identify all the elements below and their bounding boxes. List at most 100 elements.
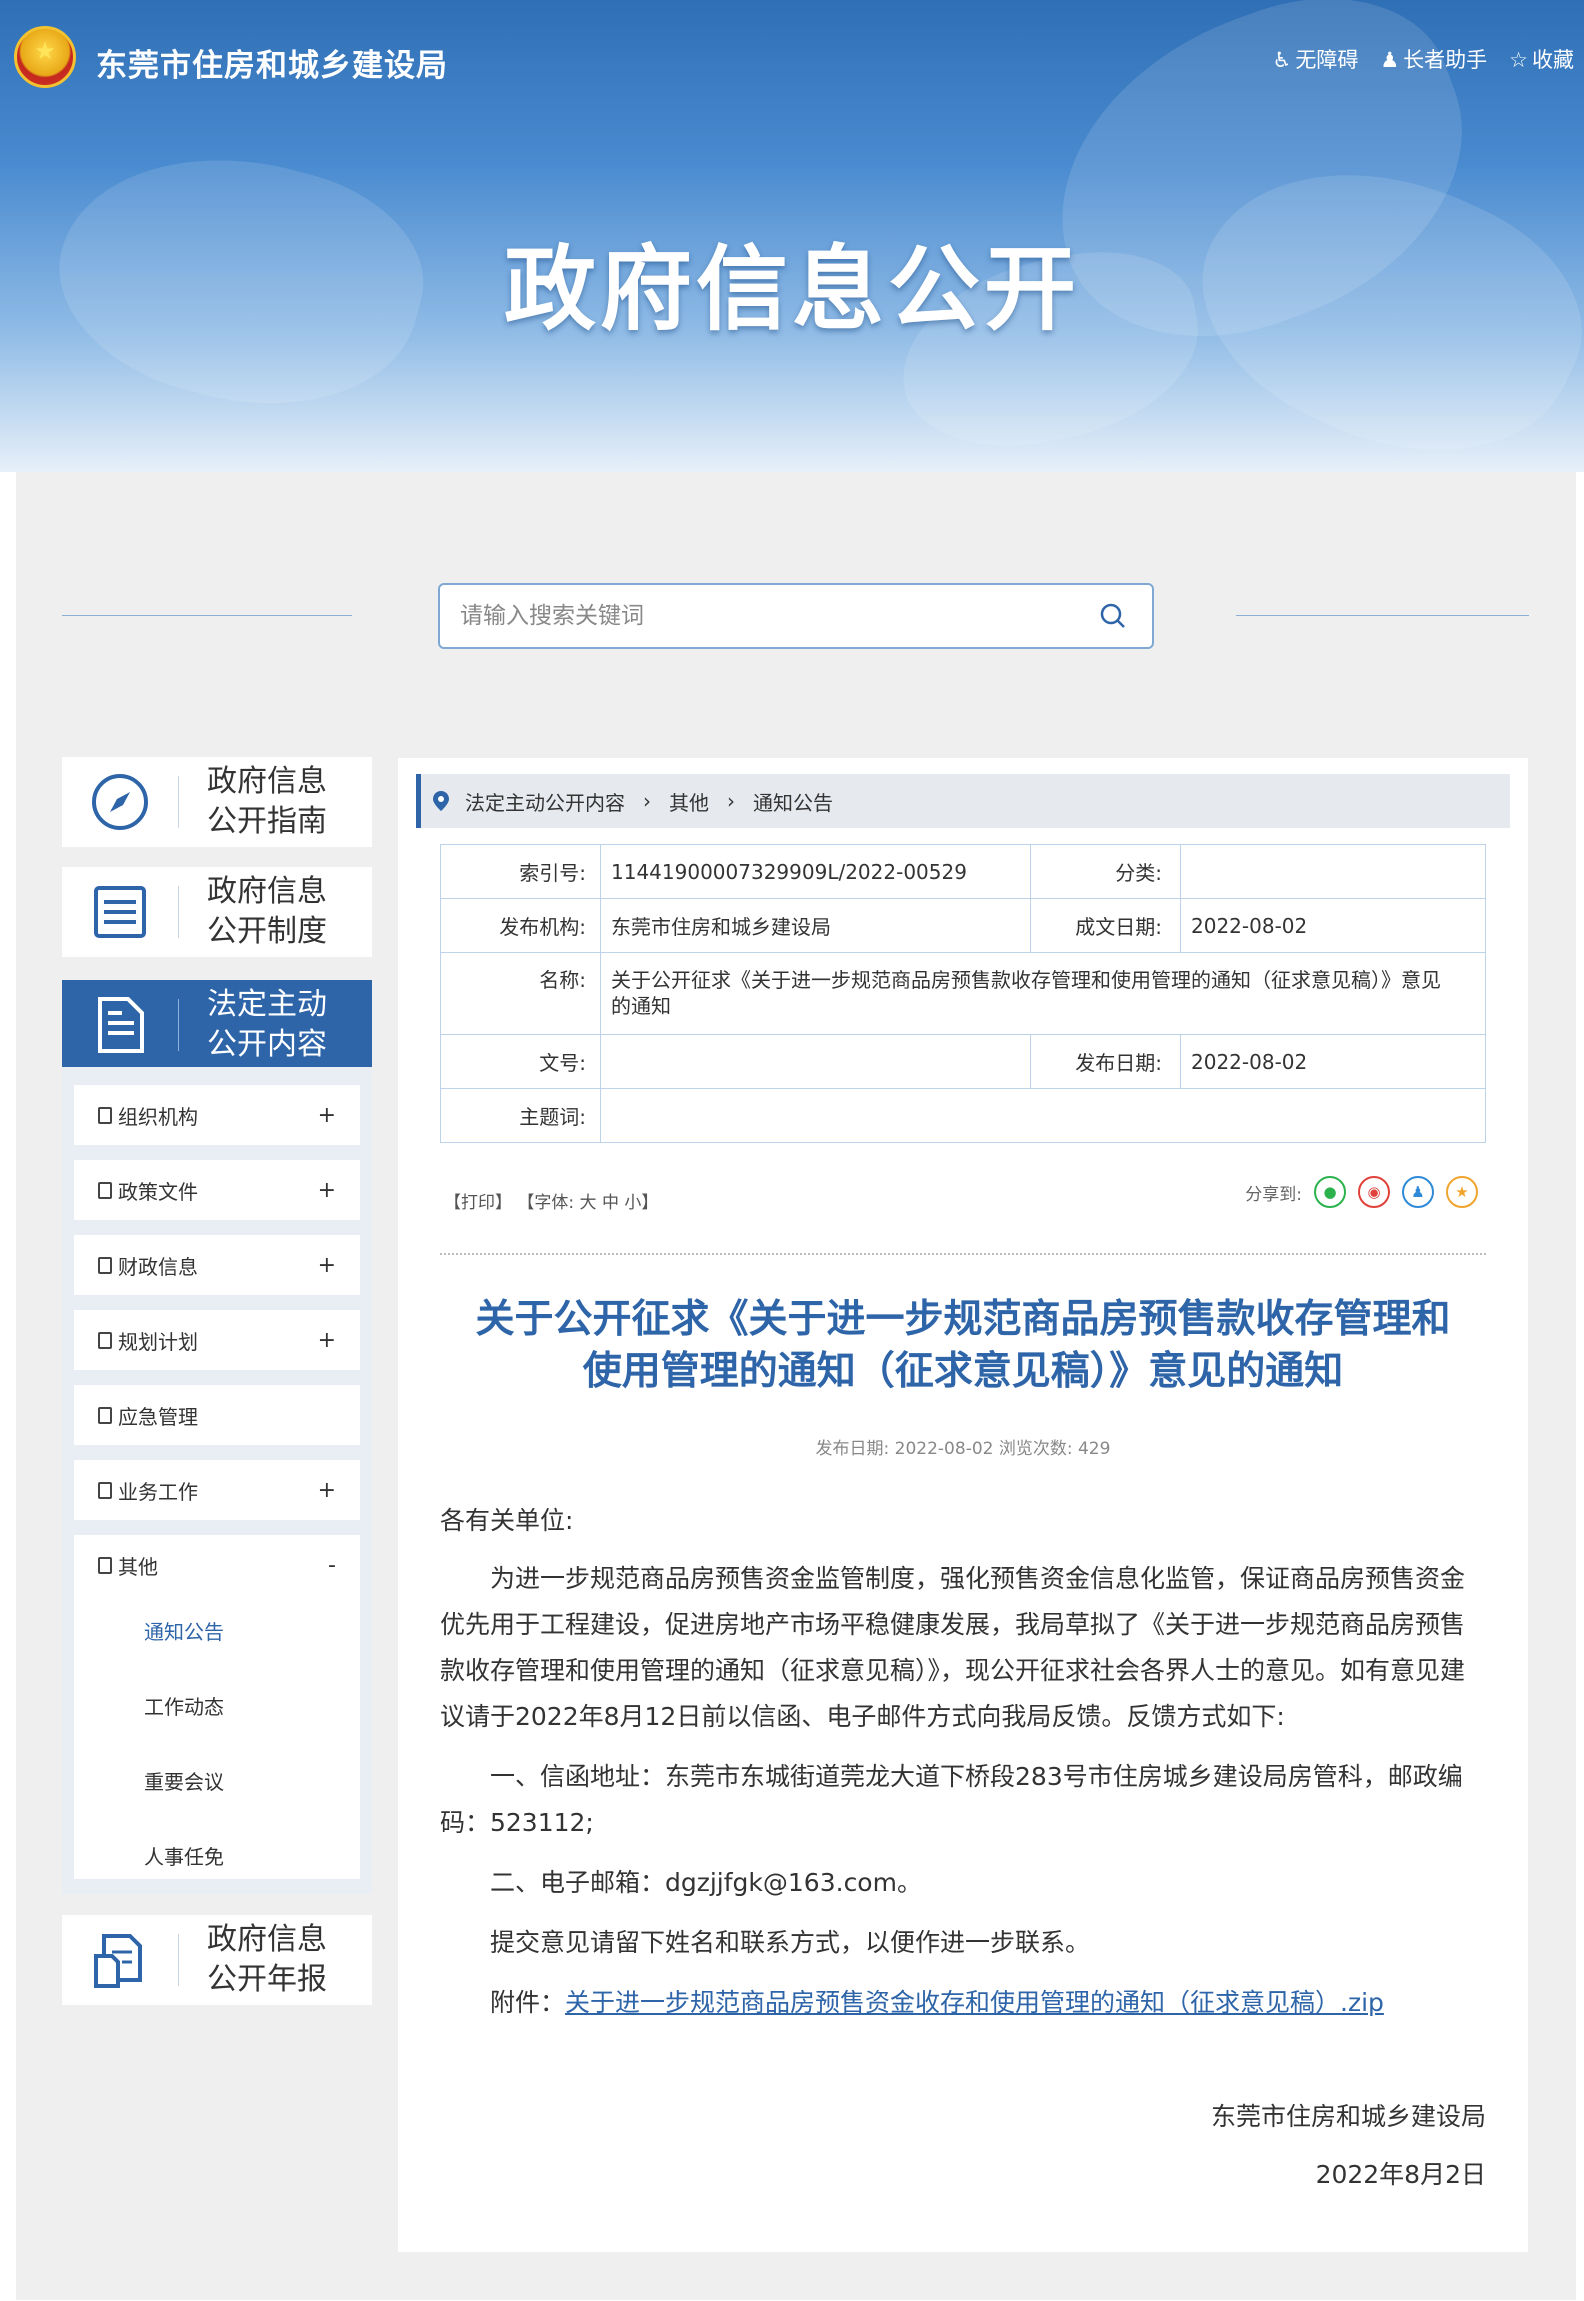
menu-item-finance[interactable]: 财政信息 +	[74, 1235, 360, 1295]
paragraph: 为进一步规范商品房预售资金监管制度，强化预售资金信息化监管，保证商品房预售资金优…	[440, 1564, 1466, 1731]
report-icon	[62, 1915, 178, 2005]
doc-icon	[98, 1406, 112, 1424]
site-name[interactable]: 东莞市住房和城乡建设局	[96, 40, 448, 85]
meta-value: 关于公开征求《关于进一步规范商品房预售款收存管理和使用管理的通知（征求意见稿）》…	[600, 952, 1486, 1035]
meta-value: 2022-08-02	[1180, 1034, 1486, 1089]
menu-group-other: 其他 - 通知公告 工作动态 重要会议 人事任免	[74, 1535, 360, 1879]
weibo-icon[interactable]: ◉	[1358, 1176, 1390, 1208]
meta-value	[600, 1034, 1031, 1089]
font-medium-button[interactable]: 中	[602, 1193, 619, 1213]
list-doc-icon	[62, 867, 178, 957]
qq-icon[interactable]: ♟	[1402, 1176, 1434, 1208]
doc-icon	[98, 1331, 112, 1349]
doc-icon	[98, 1556, 112, 1574]
expand-toggle[interactable]: +	[318, 1478, 336, 1503]
breadcrumb-item[interactable]: 法定主动公开内容	[465, 787, 625, 816]
sidebar-system[interactable]: 政府信息 公开制度	[62, 867, 372, 957]
menu-item-other[interactable]: 其他 -	[74, 1535, 360, 1595]
doc-icon	[98, 1481, 112, 1499]
wheelchair-icon: ♿	[1272, 48, 1292, 72]
meta-value	[1180, 844, 1486, 899]
divider	[1236, 615, 1529, 616]
article-tools: 【打印】 【字体: 大 中 小】	[444, 1188, 658, 1213]
attachment-link[interactable]: 关于进一步规范商品房预售资金收存和使用管理的通知（征求意见稿）.zip	[565, 1988, 1384, 2017]
share-bar: 分享到: ● ◉ ♟ ★	[1245, 1176, 1478, 1208]
meta-label: 发布日期:	[1030, 1034, 1181, 1089]
favorite-link[interactable]: ☆ 收藏	[1509, 44, 1574, 74]
doc-icon	[98, 1181, 112, 1199]
expand-toggle[interactable]: +	[318, 1103, 336, 1128]
search-icon[interactable]	[1098, 601, 1128, 631]
article-title: 关于公开征求《关于进一步规范商品房预售款收存管理和 使用管理的通知（征求意见稿）…	[475, 1297, 1451, 1394]
paragraph: 提交意见请留下姓名和联系方式，以便作进一步联系。	[490, 1928, 1091, 1957]
meta-label: 索引号:	[440, 844, 601, 899]
sidebar-system-label: 政府信息 公开制度	[207, 874, 327, 949]
header-banner: 东莞市住房和城乡建设局 ♿无障碍 ♟长者助手 ☆收藏 政府信息公开	[0, 0, 1584, 472]
meta-value	[600, 1088, 1486, 1143]
meta-value: 2022-08-02	[1180, 898, 1486, 953]
expand-toggle[interactable]: +	[318, 1253, 336, 1278]
paragraph: 一、信函地址：东莞市东城街道莞龙大道下桥段283号市住房城乡建设局房管科，邮政编…	[440, 1762, 1463, 1837]
star-icon: ☆	[1509, 48, 1528, 72]
menu-item-plan[interactable]: 规划计划 +	[74, 1310, 360, 1370]
sidebar-guide-label: 政府信息 公开指南	[207, 764, 327, 839]
meta-label: 文号:	[440, 1034, 601, 1089]
chevron-right-icon: ›	[727, 789, 735, 813]
elder-icon: ♟	[1380, 48, 1400, 72]
menu-item-emergency[interactable]: 应急管理	[74, 1385, 360, 1445]
doc-icon	[98, 1106, 112, 1124]
meta-value: 11441900007329909L/2022-00529	[600, 844, 1031, 899]
menu-child-notices[interactable]: 通知公告	[74, 1595, 360, 1670]
expand-toggle[interactable]: +	[318, 1178, 336, 1203]
meta-label: 发布机构:	[440, 898, 601, 953]
search-input[interactable]	[440, 585, 1080, 647]
banner-title: 政府信息公开	[503, 236, 1080, 343]
attachment-line: 附件：关于进一步规范商品房预售资金收存和使用管理的通知（征求意见稿）.zip	[490, 1988, 1384, 2017]
font-small-button[interactable]: 小】	[624, 1193, 658, 1213]
paragraph: 二、电子邮箱：dgzjjfgk@163.com。	[490, 1868, 922, 1897]
article-body: 各有关单位: 为进一步规范商品房预售资金监管制度，强化预售资金信息化监管，保证商…	[440, 1498, 1486, 2040]
meta-label: 分类:	[1030, 844, 1181, 899]
metadata-table: 索引号: 11441900007329909L/2022-00529 分类: 发…	[440, 844, 1486, 1143]
expand-toggle[interactable]: +	[318, 1328, 336, 1353]
doc-icon	[98, 1256, 112, 1274]
qzone-star-icon[interactable]: ★	[1446, 1176, 1478, 1208]
sign-date: 2022年8月2日	[1315, 2160, 1486, 2189]
top-links: ♿ 无障碍 ♟ 长者助手 ☆ 收藏	[1273, 44, 1574, 74]
signer: 东莞市住房和城乡建设局	[1210, 2102, 1486, 2131]
compass-icon	[62, 757, 178, 847]
wechat-icon[interactable]: ●	[1314, 1176, 1346, 1208]
divider	[62, 615, 352, 616]
accessibility-link[interactable]: ♿ 无障碍	[1273, 44, 1359, 74]
breadcrumb-item[interactable]: 通知公告	[753, 787, 833, 816]
national-emblem-icon[interactable]	[14, 26, 76, 88]
menu-item-org[interactable]: 组织机构 +	[74, 1085, 360, 1145]
signature-block: 东莞市住房和城乡建设局 2022年8月2日	[1211, 2088, 1486, 2204]
menu-child-meetings[interactable]: 重要会议	[74, 1745, 360, 1820]
share-label: 分享到:	[1245, 1184, 1302, 1205]
sidebar-active-content[interactable]: 法定主动 公开内容	[62, 980, 372, 1070]
menu-child-news[interactable]: 工作动态	[74, 1670, 360, 1745]
sidebar-annual-report[interactable]: 政府信息 公开年报	[62, 1915, 372, 2005]
collapse-toggle[interactable]: -	[328, 1553, 336, 1578]
meta-label: 主题词:	[440, 1088, 601, 1143]
breadcrumb: 法定主动公开内容 › 其他 › 通知公告	[416, 774, 1510, 828]
print-button[interactable]: 【打印】	[444, 1193, 512, 1213]
divider	[440, 1253, 1486, 1255]
elderly-helper-link[interactable]: ♟ 长者助手	[1380, 44, 1487, 74]
menu-child-personnel[interactable]: 人事任免	[74, 1820, 360, 1895]
sidebar-guide[interactable]: 政府信息 公开指南	[62, 757, 372, 847]
chevron-right-icon: ›	[643, 789, 651, 813]
document-icon	[62, 980, 178, 1070]
font-size-label: 【字体:	[517, 1193, 575, 1213]
meta-label: 名称:	[440, 952, 601, 1035]
article-info: 发布日期: 2022-08-02 浏览次数: 429	[815, 1439, 1111, 1459]
sidebar-annual-label: 政府信息 公开年报	[207, 1922, 327, 1997]
menu-item-business[interactable]: 业务工作 +	[74, 1460, 360, 1520]
menu-item-policy[interactable]: 政策文件 +	[74, 1160, 360, 1220]
location-pin-icon	[433, 791, 449, 811]
breadcrumb-item[interactable]: 其他	[669, 787, 709, 816]
main-panel: 法定主动公开内容 › 其他 › 通知公告 索引号: 11441900007329…	[398, 758, 1528, 2252]
search-box	[438, 583, 1154, 649]
font-large-button[interactable]: 大	[580, 1193, 597, 1213]
